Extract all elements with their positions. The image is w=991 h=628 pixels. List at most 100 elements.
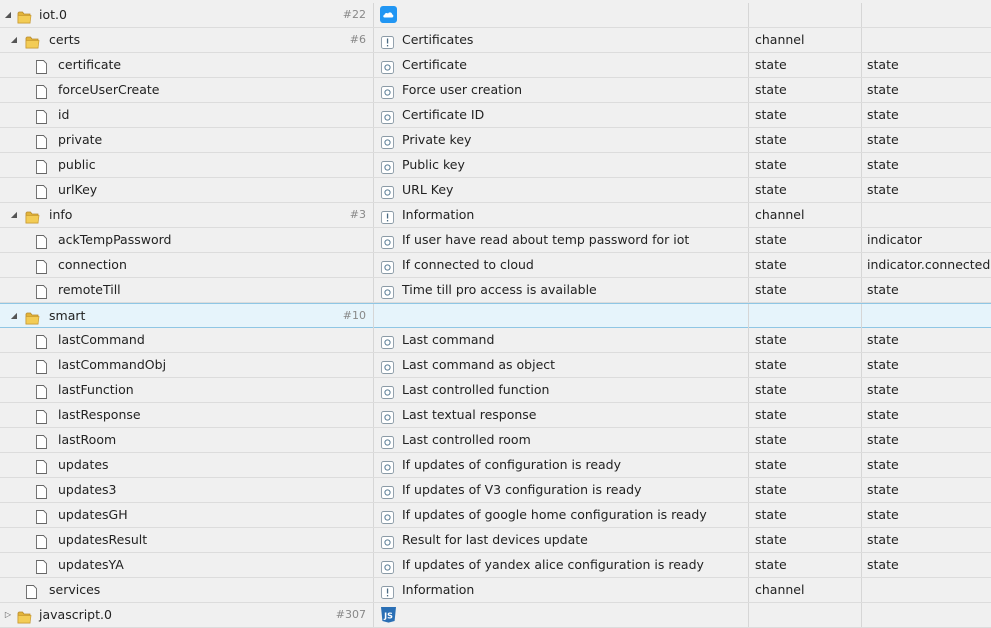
expanded-triangle-icon[interactable]: ◢ [9, 28, 19, 52]
name-cell[interactable]: certificate [0, 53, 372, 77]
description-text: Certificate [402, 57, 467, 72]
role-cell: state [861, 153, 991, 177]
name-cell[interactable]: public [0, 153, 372, 177]
name-cell[interactable]: urlKey [0, 178, 372, 202]
tree-row[interactable]: lastResponse Last textual response state st… [0, 403, 991, 428]
tree-row[interactable]: lastFunction Last controlled function stat… [0, 378, 991, 403]
name-cell[interactable]: updatesYA [0, 553, 372, 577]
name-cell[interactable]: lastCommandObj [0, 353, 372, 377]
tree-row[interactable]: urlKey URL Key state state [0, 178, 991, 203]
tree-row[interactable]: certificate Certificate state state [0, 53, 991, 78]
name-cell[interactable]: private [0, 128, 372, 152]
tree-row[interactable]: lastCommandObj Last command as object stat… [0, 353, 991, 378]
name-cell[interactable]: updates [0, 453, 372, 477]
tree-row[interactable]: updates3 If updates of V3 configuration i… [0, 478, 991, 503]
children-count-badge: #22 [342, 8, 366, 21]
name-cell[interactable]: ◢ info #3 [0, 203, 372, 227]
description-text: Certificate ID [402, 107, 485, 122]
tree-row[interactable]: services Information channel [0, 578, 991, 603]
type-cell [748, 304, 860, 328]
file-icon [36, 108, 47, 124]
type-cell: state [748, 403, 860, 427]
state-icon [381, 58, 394, 74]
tree-row[interactable]: ◢ smart #10 [0, 303, 991, 328]
name-cell[interactable]: remoteTill [0, 278, 372, 302]
tree-row[interactable]: lastCommand Last command state state [0, 328, 991, 353]
name-cell[interactable]: ▷ javascript.0 #307 [0, 603, 372, 627]
type-cell: state [748, 53, 860, 77]
type-cell: state [748, 103, 860, 127]
type-cell: state [748, 353, 860, 377]
name-cell[interactable]: id [0, 103, 372, 127]
description-cell: Last controlled function [373, 378, 748, 402]
tree-row[interactable]: ▷ javascript.0 #307 JS [0, 603, 991, 628]
description-cell: If updates of V3 configuration is ready [373, 478, 748, 502]
name-cell[interactable]: ◢ certs #6 [0, 28, 372, 52]
object-id-label: updatesResult [58, 532, 148, 547]
description-text: Force user creation [402, 82, 523, 97]
description-cell: If updates of yandex alice configuration… [373, 553, 748, 577]
name-cell[interactable]: lastFunction [0, 378, 372, 402]
object-id-label: id [58, 107, 70, 122]
description-text: Last command as object [402, 357, 556, 372]
object-id-label: urlKey [58, 182, 98, 197]
object-id-label: forceUserCreate [58, 82, 160, 97]
state-icon [381, 358, 394, 374]
tree-row[interactable]: remoteTill Time till pro access is availa… [0, 278, 991, 303]
expanded-triangle-icon[interactable]: ◢ [9, 203, 19, 227]
name-cell[interactable]: ◢ smart #10 [0, 304, 372, 328]
tree-row[interactable]: ◢ info #3 Information channel [0, 203, 991, 228]
file-icon [36, 133, 47, 149]
tree-row[interactable]: connection If connected to cloud state indi… [0, 253, 991, 278]
tree-row[interactable]: ◢ certs #6 Certificates channel [0, 28, 991, 53]
object-id-label: lastFunction [58, 382, 134, 397]
expanded-triangle-icon[interactable]: ◢ [3, 3, 13, 27]
state-icon [381, 183, 394, 199]
role-cell: state [861, 428, 991, 452]
name-cell[interactable]: updatesResult [0, 528, 372, 552]
name-cell[interactable]: updatesGH [0, 503, 372, 527]
name-cell[interactable]: ◢ iot.0 #22 [0, 3, 372, 27]
tree-row[interactable]: private Private key state state [0, 128, 991, 153]
file-icon [36, 58, 47, 74]
description-text: Public key [402, 157, 465, 172]
type-cell: state [748, 378, 860, 402]
tree-row[interactable]: id Certificate ID state state [0, 103, 991, 128]
name-cell[interactable]: connection [0, 253, 372, 277]
tree-row[interactable]: updates If updates of configuration is re… [0, 453, 991, 478]
tree-row[interactable]: lastRoom Last controlled room state state [0, 428, 991, 453]
tree-row[interactable]: ◢ iot.0 #22 [0, 3, 991, 28]
object-id-label: iot.0 [39, 7, 67, 22]
object-id-label: updates3 [58, 482, 117, 497]
description-cell: URL Key [373, 178, 748, 202]
folder-icon [25, 33, 40, 49]
name-cell[interactable]: ackTempPassword [0, 228, 372, 252]
tree-row[interactable]: updatesYA If updates of yandex alice conf… [0, 553, 991, 578]
folder-icon [25, 309, 40, 325]
children-count-badge: #10 [342, 309, 366, 322]
type-cell: state [748, 428, 860, 452]
name-cell[interactable]: lastRoom [0, 428, 372, 452]
name-cell[interactable]: updates3 [0, 478, 372, 502]
expanded-triangle-icon[interactable]: ◢ [9, 304, 19, 328]
state-icon [381, 333, 394, 349]
name-cell[interactable]: lastResponse [0, 403, 372, 427]
tree-row[interactable]: public Public key state state [0, 153, 991, 178]
role-cell: state [861, 78, 991, 102]
state-icon [381, 458, 394, 474]
tree-row[interactable]: updatesGH If updates of google home confi… [0, 503, 991, 528]
name-cell[interactable]: lastCommand [0, 328, 372, 352]
state-icon [381, 158, 394, 174]
role-cell: indicator [861, 228, 991, 252]
type-cell: state [748, 503, 860, 527]
tree-row[interactable]: ackTempPassword If user have read about t… [0, 228, 991, 253]
state-icon [381, 383, 394, 399]
file-icon [36, 258, 47, 274]
name-cell[interactable]: services [0, 578, 372, 602]
tree-row[interactable]: forceUserCreate Force user creation state s… [0, 78, 991, 103]
name-cell[interactable]: forceUserCreate [0, 78, 372, 102]
role-cell: state [861, 453, 991, 477]
collapsed-triangle-icon[interactable]: ▷ [3, 603, 13, 627]
tree-row[interactable]: updatesResult Result for last devices upd… [0, 528, 991, 553]
description-text: Information [402, 582, 475, 597]
